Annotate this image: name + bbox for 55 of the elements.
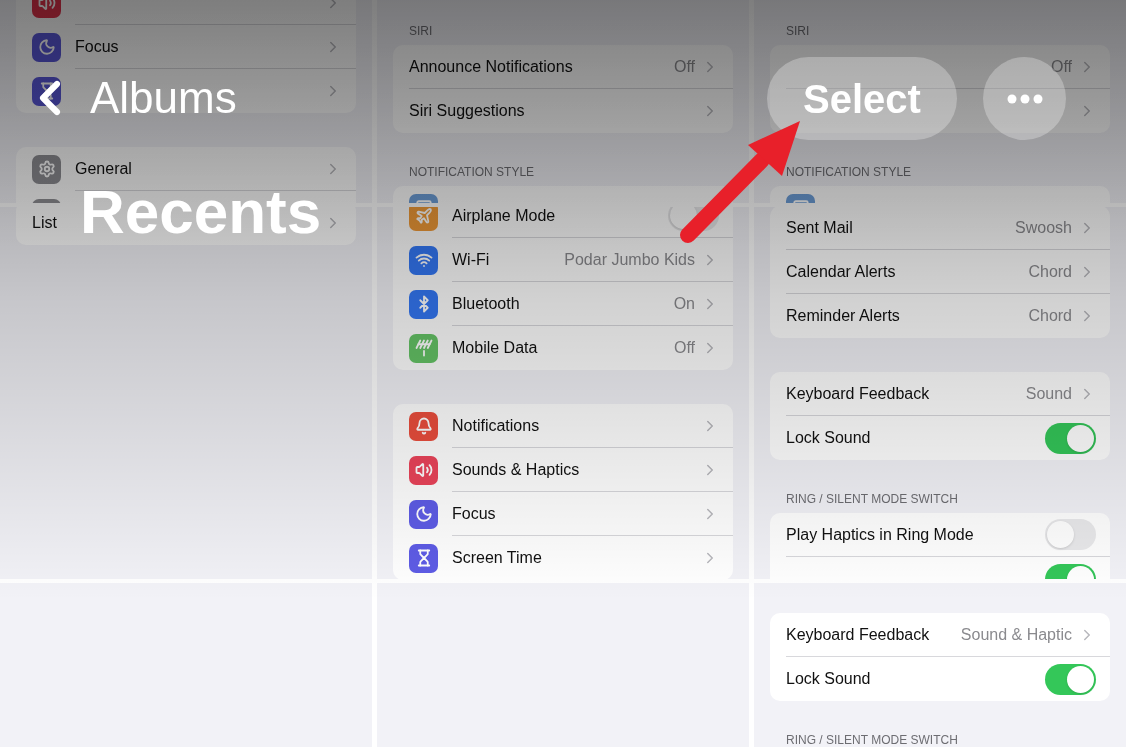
toggle-switch[interactable] xyxy=(1045,422,1096,454)
setting-label: Play Haptics in Ring Mode xyxy=(786,524,974,545)
setting-label: Sounds & Haptics xyxy=(452,459,580,480)
moon-icon xyxy=(409,499,438,529)
toggle-switch[interactable] xyxy=(1045,519,1096,550)
setting-label: List xyxy=(32,213,57,233)
setting-value: Off xyxy=(673,338,695,358)
setting-label: Wi-Fi xyxy=(452,249,490,270)
setting-value: Chord xyxy=(1028,261,1072,282)
setting-label: Lock Sound xyxy=(786,669,871,689)
screenshot-thumbnail[interactable]: Keyboard Feedback Sound & Haptic Lock Sound RING / SILENT MODE SWITCH xyxy=(754,583,1126,747)
screenshot-thumbnail[interactable]: Sent Mail Swoosh Calendar Alerts Chord Reminder Alerts Chord Keyboard Feedback Sound Lock Sound RING / SILENT MODE SWITCH Play Haptics in Ring Mode xyxy=(754,207,1126,579)
setting-label: Bluetooth xyxy=(452,293,520,314)
section-header: NOTIFICATION STYLE xyxy=(785,165,913,179)
gear-icon xyxy=(32,154,61,184)
section-header: RING / SILENT MODE SWITCH xyxy=(785,733,959,747)
section-header: SIRI xyxy=(785,24,811,38)
setting-label: Reminder Alerts xyxy=(786,306,900,326)
setting-value: Swoosh xyxy=(1015,217,1072,238)
setting-label: Focus xyxy=(75,36,119,57)
toggle-switch[interactable] xyxy=(1045,663,1096,695)
setting-value: Off xyxy=(673,56,695,77)
moon-icon xyxy=(32,32,61,62)
setting-label: General xyxy=(75,158,132,179)
setting-label: Notifications xyxy=(452,415,540,436)
ellipsis-icon xyxy=(1006,93,1043,104)
hourglass-icon xyxy=(409,543,438,573)
antenna-icon xyxy=(409,333,438,363)
setting-value: Sound & Haptic xyxy=(960,624,1072,645)
setting-value: Off xyxy=(1050,56,1072,77)
setting-label: Keyboard Feedback xyxy=(786,383,930,404)
speaker-icon xyxy=(409,455,438,485)
bluetooth-icon xyxy=(409,289,438,319)
screenshot-thumbnail[interactable]: SIRI Announce Notifications Off Siri Suggestions NOTIFICATION STYLE xyxy=(377,0,749,203)
setting-label: Keyboard Feedback xyxy=(786,624,930,645)
setting-label: Lock Sound xyxy=(786,428,871,448)
setting-value: On xyxy=(673,293,695,314)
setting-label: Focus xyxy=(452,503,496,524)
setting-label: Sent Mail xyxy=(786,217,853,238)
section-header: RING / SILENT MODE SWITCH xyxy=(785,492,959,506)
section-header: NOTIFICATION STYLE xyxy=(408,165,536,179)
bell-icon xyxy=(409,411,438,441)
setting-label: Airplane Mode xyxy=(452,207,556,226)
setting-value: Sound xyxy=(1025,383,1072,404)
section-header: SIRI xyxy=(408,24,434,38)
setting-label: Announce Notifications xyxy=(409,56,573,77)
screenshot-thumbnail[interactable]: Airplane Mode Wi-Fi Podar Jumbo Kids Bluetooth On Mobile Data Off Notifications Sounds & Haptics Focus Screen Time xyxy=(377,207,749,579)
setting-label: Siri Suggestions xyxy=(409,101,525,121)
setting-value: Chord xyxy=(1028,306,1072,326)
setting-label: Mobile Data xyxy=(452,338,538,358)
setting-label: Calendar Alerts xyxy=(786,261,896,282)
wifi-icon xyxy=(409,245,438,275)
setting-value: Podar Jumbo Kids xyxy=(564,249,695,270)
airplane-icon xyxy=(409,207,438,231)
setting-label: Screen Time xyxy=(452,548,542,568)
